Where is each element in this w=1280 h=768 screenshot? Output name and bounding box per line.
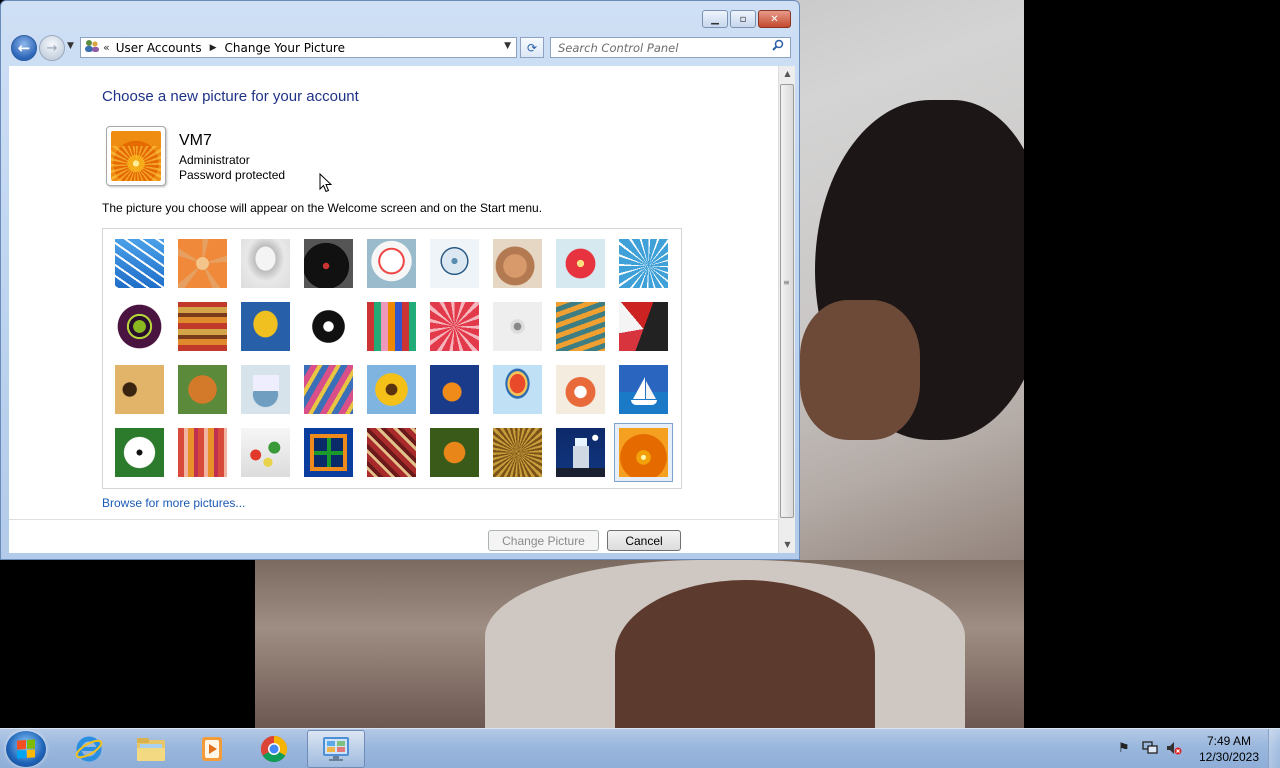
puppy-picture[interactable] [178, 365, 227, 414]
account-password-status: Password protected [179, 168, 286, 182]
page-title: Choose a new picture for your account [102, 88, 359, 105]
cancel-button[interactable]: Cancel [607, 530, 681, 551]
scroll-down-icon[interactable]: ▼ [779, 537, 796, 553]
arrow-right-icon: → [46, 40, 58, 56]
maximize-button[interactable]: ▫ [730, 10, 756, 28]
clock-time: 7:49 AM [1206, 734, 1252, 748]
tin-robot-picture[interactable] [241, 365, 290, 414]
window-picture[interactable] [304, 428, 353, 477]
user-accounts-icon [83, 39, 101, 56]
record-player-picture[interactable] [304, 239, 353, 288]
daruma-doll-picture[interactable] [556, 365, 605, 414]
taskbar-chrome[interactable] [245, 730, 303, 768]
ferris-wheel-picture[interactable] [619, 239, 668, 288]
search-input[interactable] [551, 38, 761, 57]
roller-coaster-picture[interactable] [115, 239, 164, 288]
volume-muted-icon[interactable] [1166, 741, 1182, 759]
orange-flower-picture[interactable] [614, 423, 673, 482]
change-picture-window: ▁ ▫ ✕ ← → ▼ « User Accounts ▶ Change You… [0, 0, 800, 560]
change-picture-button[interactable]: Change Picture [488, 530, 599, 551]
soccer-ball-picture[interactable] [115, 428, 164, 477]
account-role: Administrator [179, 153, 250, 167]
carpet-picture[interactable] [367, 428, 416, 477]
dialog-footer: Change Picture Cancel [9, 519, 778, 553]
account-name: VM7 [179, 132, 212, 149]
refresh-icon: ⟳ [526, 40, 538, 55]
browse-more-pictures-link[interactable]: Browse for more pictures... [102, 496, 245, 510]
paper-star-picture[interactable] [430, 302, 479, 351]
fish-picture[interactable] [430, 365, 479, 414]
ginkgo-leaf-picture[interactable] [241, 302, 290, 351]
control-panel-icon [323, 737, 349, 761]
clock-date: 12/30/2023 [1198, 750, 1260, 764]
chrome-icon [260, 735, 288, 763]
windows-logo-icon [17, 739, 35, 759]
jacks-picture[interactable] [493, 302, 542, 351]
recent-pages-dropdown[interactable]: ▼ [67, 41, 74, 51]
folder-icon [137, 738, 165, 761]
content-pane: Choose a new picture for your account VM… [9, 66, 778, 519]
taskbar: ⚑ 7:49 AM 12/30/2023 [0, 728, 1280, 768]
crayons-picture[interactable] [367, 302, 416, 351]
sailboat-picture[interactable] [619, 365, 668, 414]
refresh-button[interactable]: ⟳ [520, 37, 544, 58]
address-dropdown-icon[interactable]: ▼ [504, 41, 511, 51]
scarf-picture[interactable] [304, 365, 353, 414]
show-desktop-button[interactable] [1268, 729, 1280, 768]
current-account-picture [106, 126, 166, 186]
lucky-cat-picture[interactable] [367, 239, 416, 288]
origami-crane-picture[interactable] [619, 302, 668, 351]
pink-flower-picture[interactable] [556, 239, 605, 288]
basket-picture[interactable] [493, 428, 542, 477]
taskbar-control-panel[interactable] [307, 730, 365, 768]
address-bar[interactable]: « User Accounts ▶ Change Your Picture ▼ [80, 37, 517, 58]
back-button[interactable]: ← [11, 35, 37, 61]
lighthouse-picture[interactable] [556, 428, 605, 477]
ball-picture[interactable] [115, 302, 164, 351]
picture-description: The picture you choose will appear on th… [102, 201, 543, 215]
stairs-picture[interactable] [556, 302, 605, 351]
vertical-scrollbar[interactable]: ▲ ≡ ▼ [778, 66, 795, 553]
guitar-picture[interactable] [115, 365, 164, 414]
dog-picture[interactable] [304, 302, 353, 351]
arrow-left-icon: ← [17, 39, 31, 57]
media-player-icon [202, 737, 222, 761]
fabric-stack-picture[interactable] [178, 302, 227, 351]
search-icon[interactable] [772, 39, 784, 54]
sunflower-picture[interactable] [367, 365, 416, 414]
breadcrumb-arrow-icon[interactable]: ▶ [210, 43, 217, 53]
picture-grid [102, 228, 682, 489]
kitten-picture[interactable] [493, 239, 542, 288]
marbles-picture[interactable] [241, 428, 290, 477]
scrollbar-grip-icon: ≡ [783, 278, 790, 287]
start-button[interactable] [6, 731, 46, 767]
search-box [550, 37, 791, 58]
internet-explorer-icon [75, 736, 103, 762]
hot-air-balloon-picture[interactable] [493, 365, 542, 414]
mouse-cursor-icon [319, 173, 333, 193]
starfish-picture[interactable] [178, 239, 227, 288]
system-tray: ⚑ 7:49 AM 12/30/2023 [1110, 729, 1280, 768]
breadcrumb-user-accounts[interactable]: User Accounts [116, 41, 202, 55]
scroll-up-icon[interactable]: ▲ [779, 66, 796, 82]
network-icon[interactable] [1142, 741, 1158, 759]
scrollbar-thumb[interactable] [780, 84, 794, 518]
close-button[interactable]: ✕ [758, 10, 791, 28]
taskbar-windows-explorer[interactable] [122, 730, 180, 768]
breadcrumb-change-your-picture[interactable]: Change Your Picture [225, 41, 345, 55]
caption-buttons: ▁ ▫ ✕ [702, 10, 791, 28]
robot-toy-picture[interactable] [241, 239, 290, 288]
striped-fabric-picture[interactable] [178, 428, 227, 477]
forward-button[interactable]: → [39, 35, 65, 61]
taskbar-media-player[interactable] [183, 730, 241, 768]
gyroscope-picture[interactable] [430, 239, 479, 288]
butterfly-picture[interactable] [430, 428, 479, 477]
chevron-double-left-icon: « [103, 41, 110, 54]
clock[interactable]: 7:49 AM 12/30/2023 [1194, 733, 1264, 765]
taskbar-internet-explorer[interactable] [60, 730, 118, 768]
minimize-button[interactable]: ▁ [702, 10, 728, 28]
action-center-flag-icon[interactable]: ⚑ [1118, 741, 1130, 756]
